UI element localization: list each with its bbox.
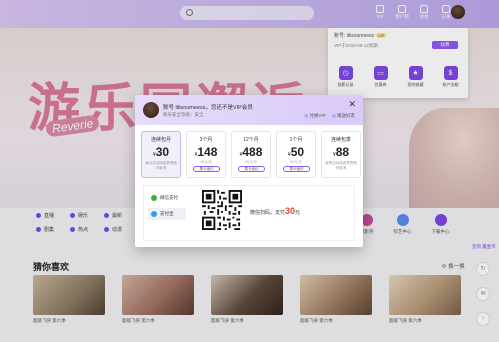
- plan-price: ¥88: [322, 145, 360, 159]
- pay-unit: 元: [295, 210, 301, 216]
- plan-list: 连续包月 ¥30 每月自动续费享受随时取消 3个月 ¥148 45元/月 周卡续…: [141, 131, 361, 178]
- pay-method-wechat[interactable]: 微信支付: [148, 192, 186, 204]
- payment-area: 微信支付 支付宝 微信扫码，支付30元: [143, 185, 355, 241]
- plan-desc: 每月自动续费享受随时取消: [145, 161, 177, 170]
- plan-unit-price: 40元/月: [245, 160, 257, 164]
- avatar: [143, 102, 159, 118]
- plan-monthly-auto[interactable]: 连续包月 ¥30 每月自动续费享受随时取消: [141, 131, 181, 178]
- plan-option-select[interactable]: 周卡续约: [193, 166, 220, 172]
- pay-method-label: 支付宝: [160, 211, 174, 216]
- price-value: 50: [290, 145, 305, 159]
- plan-price: ¥488: [232, 145, 270, 159]
- payment-qr-code: [202, 190, 242, 230]
- dialog-links: 兑换VIP 赠送好友: [304, 113, 355, 119]
- price-value: 148: [197, 145, 218, 159]
- wechat-pay-icon: [151, 195, 157, 201]
- vip-purchase-dialog: 账号 lilisoumeess，您还不是VIP会员 账号安全等级：安全 ✕ 兑换…: [135, 95, 363, 247]
- security-level: 账号安全等级：安全: [163, 112, 204, 117]
- plan-name: 连续包月: [150, 137, 171, 143]
- price-value: 30: [155, 145, 170, 159]
- dialog-header: 账号 lilisoumeess，您还不是VIP会员 账号安全等级：安全 ✕ 兑换…: [135, 95, 363, 125]
- pay-method-label: 微信支付: [160, 195, 178, 200]
- price-value: 88: [335, 145, 350, 159]
- payment-instruction: 微信扫码，支付30元: [250, 206, 300, 216]
- payment-methods: 微信支付 支付宝: [148, 192, 186, 224]
- redeem-vip-link[interactable]: 兑换VIP: [304, 113, 326, 119]
- plan-price: ¥148: [187, 145, 225, 159]
- plan-name: 1个月: [289, 137, 303, 143]
- plan-unit-price: 50元/月: [290, 160, 302, 164]
- user-status: 账号 lilisoumeess，您还不是VIP会员: [163, 105, 253, 111]
- close-icon[interactable]: ✕: [348, 99, 356, 110]
- plan-name: 3个月: [199, 137, 213, 143]
- pay-prefix: 微信扫码，支付: [250, 210, 286, 216]
- plan-quarterly-auto[interactable]: 连续包季 ¥88 每季自动续费享受随时取消: [321, 131, 361, 178]
- gift-friend-link[interactable]: 赠送好友: [332, 113, 355, 119]
- pay-method-alipay[interactable]: 支付宝: [148, 208, 186, 220]
- plan-desc: 每季自动续费享受随时取消: [325, 161, 357, 170]
- plan-price: ¥50: [277, 145, 315, 159]
- plan-name: 连续包季: [330, 137, 351, 143]
- price-value: 488: [242, 145, 263, 159]
- plan-option-select[interactable]: 周卡续约: [238, 166, 265, 172]
- alipay-icon: [151, 211, 157, 217]
- pay-amount: 30: [285, 206, 296, 216]
- plan-3-months[interactable]: 3个月 ¥148 45元/月 周卡续约: [186, 131, 226, 178]
- plan-option-select[interactable]: 周卡续约: [283, 166, 310, 172]
- plan-name: 12个月: [243, 137, 259, 143]
- plan-1-month[interactable]: 1个月 ¥50 50元/月 周卡续约: [276, 131, 316, 178]
- plan-12-months[interactable]: 12个月 ¥488 40元/月 周卡续约: [231, 131, 271, 178]
- plan-unit-price: 45元/月: [200, 160, 212, 164]
- plan-price: ¥30: [142, 145, 180, 159]
